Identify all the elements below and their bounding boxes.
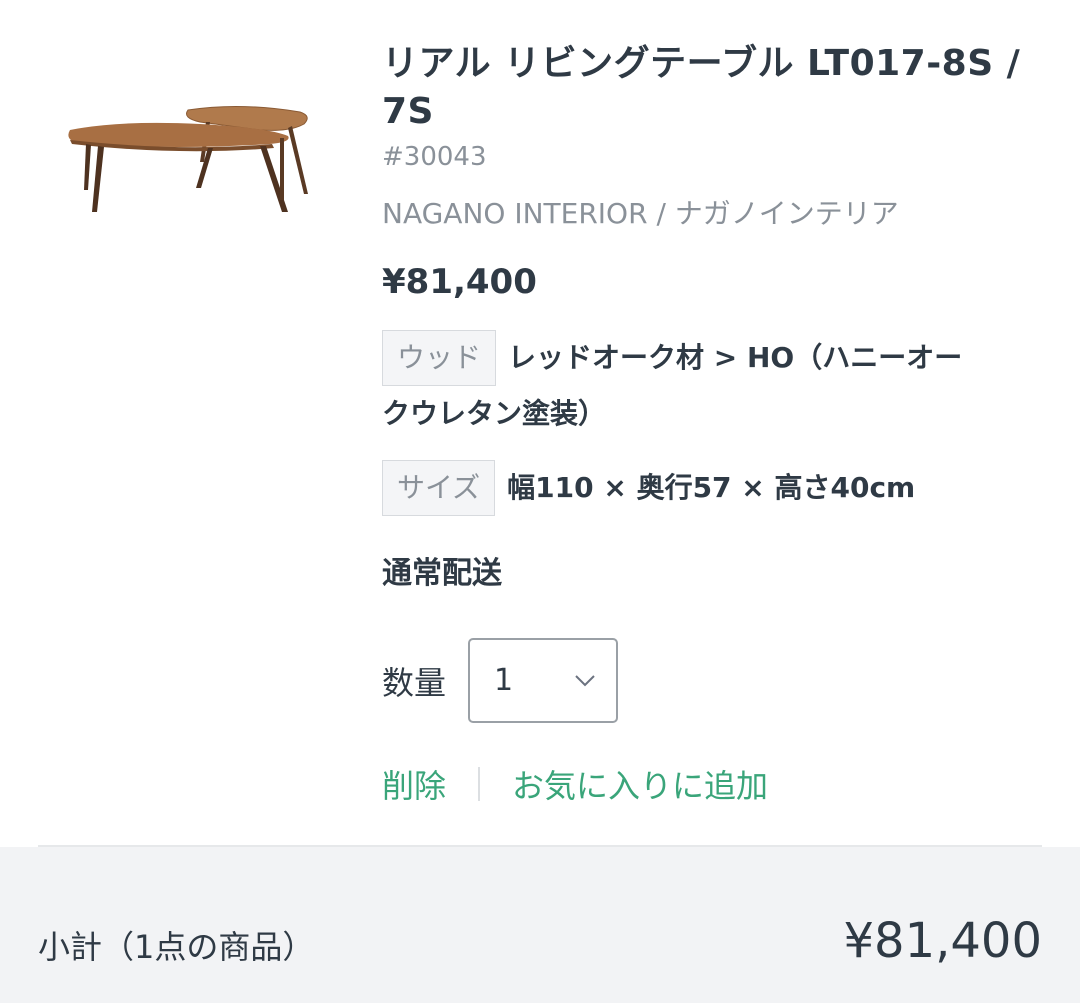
option-size: サイズ 幅110 × 奥行57 × 高さ40cm xyxy=(382,460,1042,516)
product-brand[interactable]: NAGANO INTERIOR / ナガノインテリア xyxy=(382,196,1042,232)
subtotal-price: ¥81,400 xyxy=(843,913,1043,969)
item-actions: 削除 お気に入りに追加 xyxy=(382,761,1042,807)
quantity-value: 1 xyxy=(494,663,514,698)
action-separator xyxy=(478,767,481,801)
cart-item: リアル リビングテーブル LT017-8S / 7S #30043 NAGANO… xyxy=(0,0,1080,848)
option-wood-line1: ウッド レッドオーク材 > HO（ハニーオー xyxy=(382,330,962,386)
option-wood-wrap: ウッド レッドオーク材 > HO（ハニーオー クウレタン塗装） xyxy=(382,330,962,442)
product-price: ¥81,400 xyxy=(382,262,537,302)
chevron-down-icon xyxy=(575,674,595,686)
delete-link[interactable]: 削除 xyxy=(382,761,446,807)
product-info: リアル リビングテーブル LT017-8S / 7S #30043 NAGANO… xyxy=(382,40,1042,807)
add-to-favorites-link[interactable]: お気に入りに追加 xyxy=(512,761,768,807)
quantity-row: 数量 1 xyxy=(382,638,1042,723)
option-size-label: サイズ xyxy=(382,460,496,516)
product-sku: #30043 xyxy=(382,142,487,172)
shipping-method: 通常配送 xyxy=(382,556,502,591)
option-wood-value-continued: クウレタン塗装） xyxy=(382,397,607,430)
quantity-select[interactable]: 1 xyxy=(468,638,619,723)
subtotal-label: 小計（1点の商品） xyxy=(38,928,315,966)
option-wood: ウッド レッドオーク材 > HO（ハニーオー クウレタン塗装） xyxy=(382,330,1042,442)
product-image[interactable] xyxy=(60,92,318,222)
option-size-value: 幅110 × 奥行57 × 高さ40cm xyxy=(507,471,916,504)
product-title[interactable]: リアル リビングテーブル LT017-8S / 7S xyxy=(382,40,1042,136)
subtotal-summary: 小計（1点の商品） ¥81,400 xyxy=(0,847,1080,1003)
quantity-label: 数量 xyxy=(382,663,447,702)
option-wood-value: レッドオーク材 > HO（ハニーオー xyxy=(508,341,963,374)
option-wood-label: ウッド xyxy=(382,330,497,386)
